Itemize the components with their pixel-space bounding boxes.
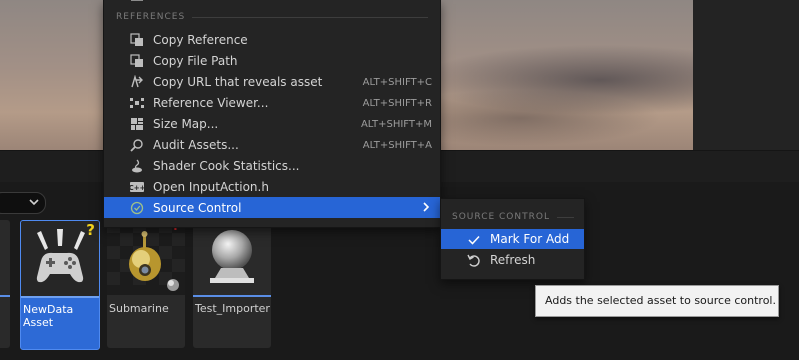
tooltip: Adds the selected asset to source contro… <box>535 285 779 317</box>
asset-thumbnail: ? <box>21 221 99 297</box>
menu-item-shortcut: ALT+SHIFT+A <box>362 140 432 151</box>
question-badge-icon: ? <box>86 221 95 239</box>
menu-item-shortcut: ALT+SHIFT+C <box>362 77 432 88</box>
source-control-submenu: SOURCE CONTROL Mark For Add Refresh <box>440 198 585 280</box>
submenu-item-mark-for-add[interactable]: Mark For Add <box>441 229 584 249</box>
section-title: SOURCE CONTROL <box>452 212 550 222</box>
menu-item-shortcut: ALT+SHIFT+R <box>362 98 432 109</box>
menu-item-label: Reference Viewer... <box>153 96 269 110</box>
section-divider <box>192 17 428 18</box>
asset-name: Test_Importer <box>195 302 270 315</box>
menu-item-label: Audit Assets... <box>153 138 239 152</box>
chevron-right-icon <box>422 201 430 216</box>
copy-reference-icon <box>130 33 143 46</box>
asset-tile-newdataasset[interactable]: ? NewData Asset <box>20 220 100 350</box>
asset-type-bar <box>107 295 185 297</box>
asset-thumbnail <box>193 220 271 296</box>
cpp-file-icon: C++ <box>130 182 144 192</box>
menu-item-source-control[interactable]: Source Control <box>104 197 440 218</box>
folder-icon <box>131 0 143 1</box>
submenu-item-label: Mark For Add <box>490 232 570 246</box>
checkmark-icon <box>468 235 480 245</box>
menu-item-copy-file-path[interactable]: Copy File Path <box>104 50 440 71</box>
menu-item-label: Copy File Path <box>153 54 238 68</box>
sphere-on-pedestal-icon <box>210 230 254 283</box>
shader-icon <box>132 159 142 173</box>
menu-item-shader-cook-statistics[interactable]: Shader Cook Statistics... <box>104 155 440 176</box>
menu-item-label: Source Control <box>153 201 242 215</box>
menu-item-open-inputaction-h[interactable]: C++ Open InputAction.h <box>104 176 440 197</box>
menu-item-reference-viewer[interactable]: Reference Viewer... ALT+SHIFT+R <box>104 92 440 113</box>
asset-type-bar <box>0 295 10 297</box>
asset-type-bar <box>193 295 271 297</box>
section-divider <box>557 217 574 218</box>
copy-path-icon <box>130 54 143 67</box>
menu-section-header: REFERENCES <box>104 7 440 27</box>
filter-dropdown[interactable] <box>0 192 46 214</box>
menu-item-label: Shader Cook Statistics... <box>153 159 300 173</box>
source-control-icon <box>130 201 144 215</box>
reference-viewer-icon <box>130 98 144 108</box>
submenu-item-label: Refresh <box>490 253 536 267</box>
submenu-item-refresh[interactable]: Refresh <box>441 250 584 270</box>
asset-tile-submarine[interactable]: + Submarine <box>107 220 185 348</box>
chevron-down-icon <box>29 194 39 213</box>
audit-icon <box>130 139 143 152</box>
size-map-icon <box>131 118 143 130</box>
copy-url-icon <box>131 75 143 88</box>
menu-item-copy-reference[interactable]: Copy Reference <box>104 29 440 50</box>
refresh-icon <box>467 254 480 267</box>
asset-context-menu: REFERENCES Copy Reference Copy File Path… <box>103 0 441 228</box>
asset-name: Submarine <box>109 302 169 315</box>
asset-name: NewData Asset <box>23 303 74 329</box>
menu-item-label: Copy URL that reveals asset <box>153 75 323 89</box>
menu-item-copy-url[interactable]: Copy URL that reveals asset ALT+SHIFT+C <box>104 71 440 92</box>
menu-item-shortcut: ALT+SHIFT+M <box>360 119 432 130</box>
menu-item-audit-assets[interactable]: Audit Assets... ALT+SHIFT+A <box>104 134 440 155</box>
asset-type-bar <box>21 296 99 298</box>
asset-thumbnail: + <box>107 220 185 296</box>
menu-item-size-map[interactable]: Size Map... ALT+SHIFT+M <box>104 113 440 134</box>
asset-tile-test-importer[interactable]: Test_Importer <box>193 220 271 348</box>
menu-item-label: Copy Reference <box>153 33 248 47</box>
svg-text:C++: C++ <box>130 184 144 192</box>
viewport-edge-panel <box>693 0 799 150</box>
menu-item-label: Size Map... <box>153 117 219 131</box>
asset-tile-partial[interactable] <box>0 220 10 348</box>
menu-item-label: Open InputAction.h <box>153 180 269 194</box>
section-title: REFERENCES <box>116 12 186 22</box>
tooltip-text: Adds the selected asset to source contro… <box>545 294 776 307</box>
